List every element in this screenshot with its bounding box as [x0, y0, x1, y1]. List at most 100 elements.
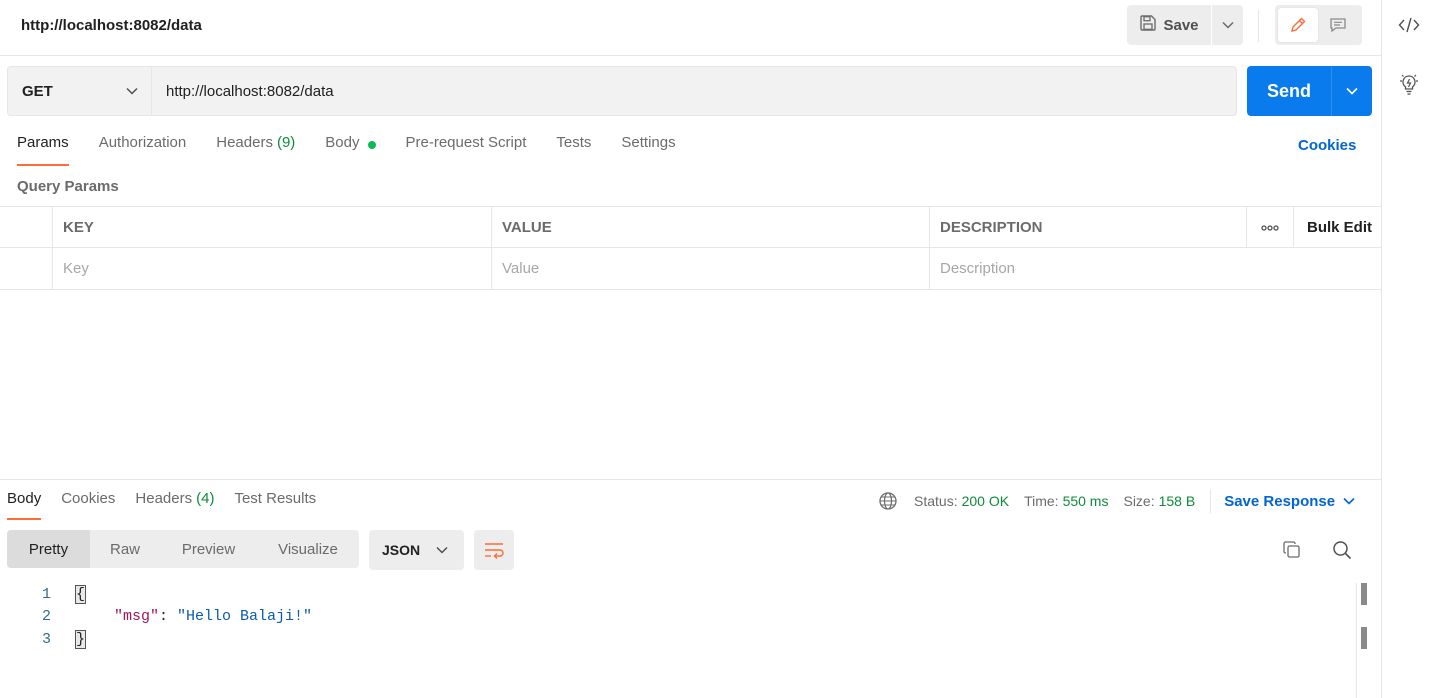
- scrollbar-marker[interactable]: [1361, 583, 1367, 605]
- request-title[interactable]: http://localhost:8082/data: [21, 17, 202, 34]
- url-input[interactable]: [152, 67, 1236, 115]
- json-string-value: "Hello Balaji!": [177, 608, 313, 626]
- scrollbar-marker[interactable]: [1361, 627, 1367, 649]
- tab-authorization[interactable]: Authorization: [99, 134, 187, 166]
- chevron-down-icon: [1343, 497, 1355, 505]
- request-header: http://localhost:8082/data Save: [0, 0, 1381, 56]
- tab-settings[interactable]: Settings: [621, 134, 675, 166]
- meta-divider: [1210, 489, 1212, 513]
- key-input[interactable]: Key: [53, 248, 492, 289]
- save-button-group: Save: [1127, 5, 1243, 45]
- response-tab-test-results-label: Test Results: [234, 490, 317, 507]
- tab-authorization-label: Authorization: [98, 134, 187, 151]
- response-tab-body[interactable]: Body: [7, 490, 42, 520]
- response-meta: Status: 200 OK Time: 550 ms Size: 158 B …: [878, 489, 1355, 513]
- send-button[interactable]: Send: [1247, 66, 1332, 116]
- request-info-button[interactable]: [1397, 72, 1421, 96]
- tab-settings-label: Settings: [621, 134, 676, 151]
- save-response-label: Save Response: [1224, 492, 1336, 510]
- response-tab-headers[interactable]: Headers (4): [135, 490, 214, 520]
- format-select[interactable]: JSON: [369, 530, 464, 570]
- edit-mode-button[interactable]: [1278, 8, 1318, 42]
- tab-headers[interactable]: Headers (9): [216, 134, 295, 166]
- json-key: "msg": [114, 608, 160, 626]
- size-label: Size:: [1123, 493, 1155, 509]
- params-table-header: KEY VALUE DESCRIPTION Bulk Edit: [0, 206, 1381, 248]
- tab-body[interactable]: Body: [325, 134, 376, 166]
- wrap-lines-button[interactable]: [474, 530, 514, 570]
- wrap-icon: [485, 543, 504, 559]
- response-tab-test-results[interactable]: Test Results: [234, 490, 316, 520]
- more-options-button[interactable]: [1247, 207, 1294, 248]
- tab-tests[interactable]: Tests: [556, 134, 591, 166]
- toolbar-divider: [1258, 10, 1259, 42]
- view-mode-tabs: Pretty Raw Preview Visualize: [7, 530, 359, 568]
- tab-pre-request-script[interactable]: Pre-request Script: [406, 134, 527, 166]
- response-tab-cookies[interactable]: Cookies: [61, 490, 115, 520]
- response-headers-count: (4): [196, 490, 215, 507]
- save-button[interactable]: Save: [1127, 5, 1212, 45]
- code-icon: [1398, 17, 1420, 33]
- comment-icon: [1330, 18, 1346, 33]
- response-tab-headers-label: Headers: [135, 490, 193, 507]
- code-snippet-button[interactable]: [1397, 13, 1421, 37]
- save-icon: [1139, 14, 1157, 36]
- tab-params-label: Params: [17, 134, 69, 151]
- url-bar: GET: [7, 66, 1237, 116]
- line-number: 3: [41, 630, 51, 648]
- more-icon: [1261, 224, 1279, 231]
- save-options-button[interactable]: [1212, 5, 1243, 45]
- save-response-button[interactable]: Save Response: [1224, 493, 1355, 510]
- comments-mode-button[interactable]: [1318, 8, 1358, 42]
- code-line: 1 {: [0, 583, 1360, 606]
- json-close-brace: }: [74, 629, 87, 649]
- description-input[interactable]: Description: [930, 248, 1381, 289]
- tab-tests-label: Tests: [556, 134, 592, 151]
- json-open-brace: {: [74, 584, 87, 604]
- table-row: Key Value Description: [0, 248, 1381, 290]
- time-value[interactable]: 550 ms: [1063, 493, 1109, 509]
- copy-icon: [1283, 541, 1300, 558]
- view-tab-visualize[interactable]: Visualize: [257, 530, 359, 568]
- view-tab-pretty[interactable]: Pretty: [7, 530, 90, 568]
- pencil-icon: [1291, 17, 1306, 32]
- column-header-value: VALUE: [492, 207, 930, 248]
- cookies-link[interactable]: Cookies: [1298, 137, 1356, 154]
- code-content: "msg": "Hello Balaji!": [114, 608, 312, 625]
- search-button[interactable]: [1330, 538, 1354, 562]
- column-header-description: DESCRIPTION: [930, 207, 1247, 248]
- response-code-editor[interactable]: 1 { 2 "msg": "Hello Balaji!" 3 }: [0, 583, 1360, 651]
- chevron-down-icon: [436, 546, 448, 554]
- code-content: {: [74, 584, 87, 604]
- method-select[interactable]: GET: [8, 67, 152, 115]
- row-checkbox-cell: [0, 248, 53, 289]
- status-value[interactable]: 200 OK: [962, 493, 1009, 509]
- request-tabs: Params Authorization Headers (9) Body Pr…: [17, 134, 676, 166]
- view-tab-preview[interactable]: Preview: [160, 530, 257, 568]
- globe-icon[interactable]: [878, 491, 898, 511]
- chevron-down-icon: [1346, 87, 1358, 95]
- response-tab-body-label: Body: [7, 490, 42, 507]
- view-tab-raw[interactable]: Raw: [90, 530, 160, 568]
- line-number: 1: [41, 585, 51, 603]
- headers-count: (9): [276, 134, 296, 151]
- lightbulb-icon: [1400, 74, 1418, 95]
- tab-headers-label: Headers: [216, 134, 273, 151]
- chevron-down-icon: [126, 87, 138, 95]
- method-label: GET: [22, 82, 53, 100]
- tab-params[interactable]: Params: [17, 134, 69, 166]
- response-divider[interactable]: [0, 479, 1381, 480]
- body-indicator-dot: [367, 141, 376, 149]
- send-button-group: Send: [1247, 66, 1372, 116]
- code-line: 2 "msg": "Hello Balaji!": [0, 606, 1360, 629]
- request-workspace: http://localhost:8082/data Save GET http…: [0, 0, 1381, 698]
- value-input[interactable]: Value: [492, 248, 930, 289]
- size-value[interactable]: 158 B: [1159, 493, 1196, 509]
- bulk-edit-button[interactable]: Bulk Edit: [1294, 207, 1381, 248]
- copy-button[interactable]: [1280, 538, 1304, 562]
- send-options-button[interactable]: [1332, 66, 1372, 116]
- code-line: 3 }: [0, 628, 1360, 651]
- query-params-title: Query Params: [17, 178, 119, 195]
- right-sidebar: [1381, 0, 1435, 698]
- tab-body-label: Body: [325, 134, 360, 151]
